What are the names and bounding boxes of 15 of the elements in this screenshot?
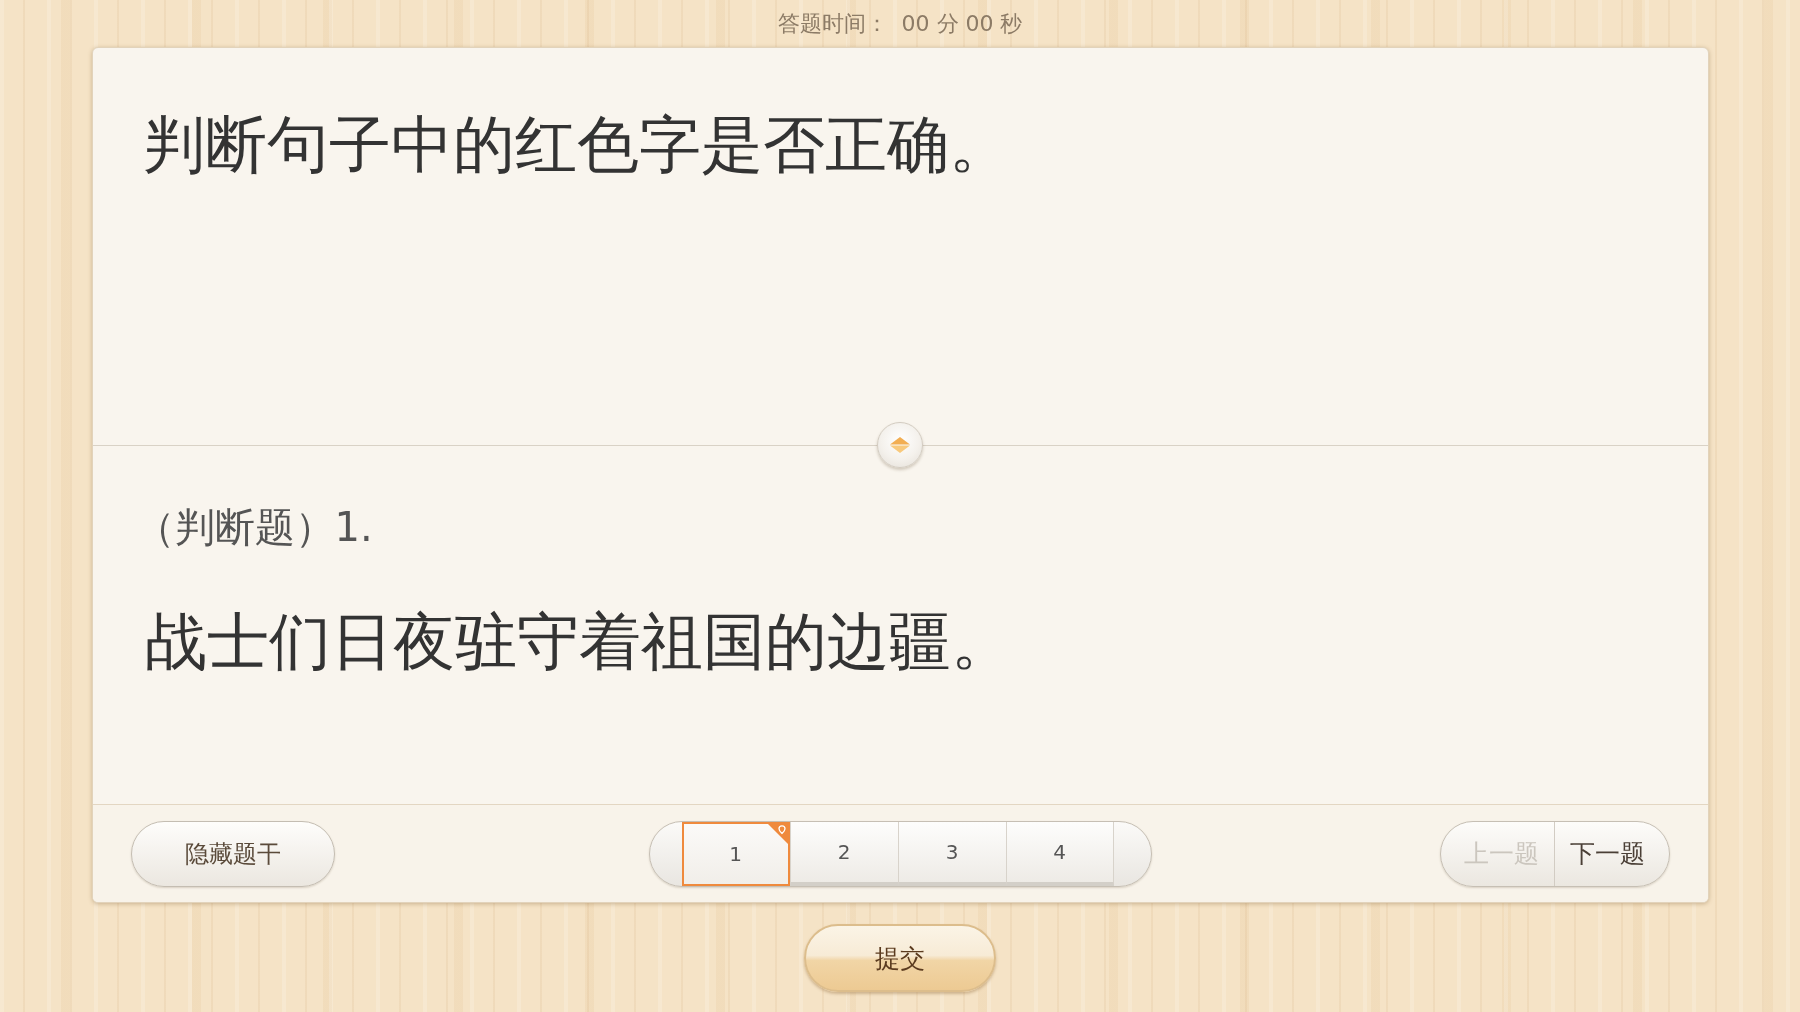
hide-stem-button[interactable]: 隐藏题干 bbox=[130, 820, 335, 887]
submit-button[interactable]: 提交 bbox=[804, 924, 996, 992]
question-number-tab[interactable]: 1 bbox=[681, 821, 790, 886]
corner-pin-icon bbox=[767, 823, 788, 844]
timer-label: 答题时间： bbox=[777, 9, 888, 38]
question-number-tab[interactable]: 3 bbox=[897, 821, 1006, 886]
question-number-tab[interactable]: 4 bbox=[1005, 821, 1114, 886]
next-question-button[interactable]: 下一题 bbox=[1555, 821, 1669, 886]
question-sentence: 战士们日夜驻守着祖国的边疆。 bbox=[144, 605, 1014, 680]
question-type-label: （判断题）1. bbox=[134, 503, 374, 551]
resize-handle[interactable] bbox=[877, 422, 923, 468]
timer-value: 00 分 00 秒 bbox=[901, 9, 1023, 38]
question-stem: 判断句子中的红色字是否正确。 bbox=[142, 108, 1012, 183]
up-down-arrow-icon bbox=[890, 437, 910, 453]
question-number-tab[interactable]: 2 bbox=[789, 821, 898, 886]
